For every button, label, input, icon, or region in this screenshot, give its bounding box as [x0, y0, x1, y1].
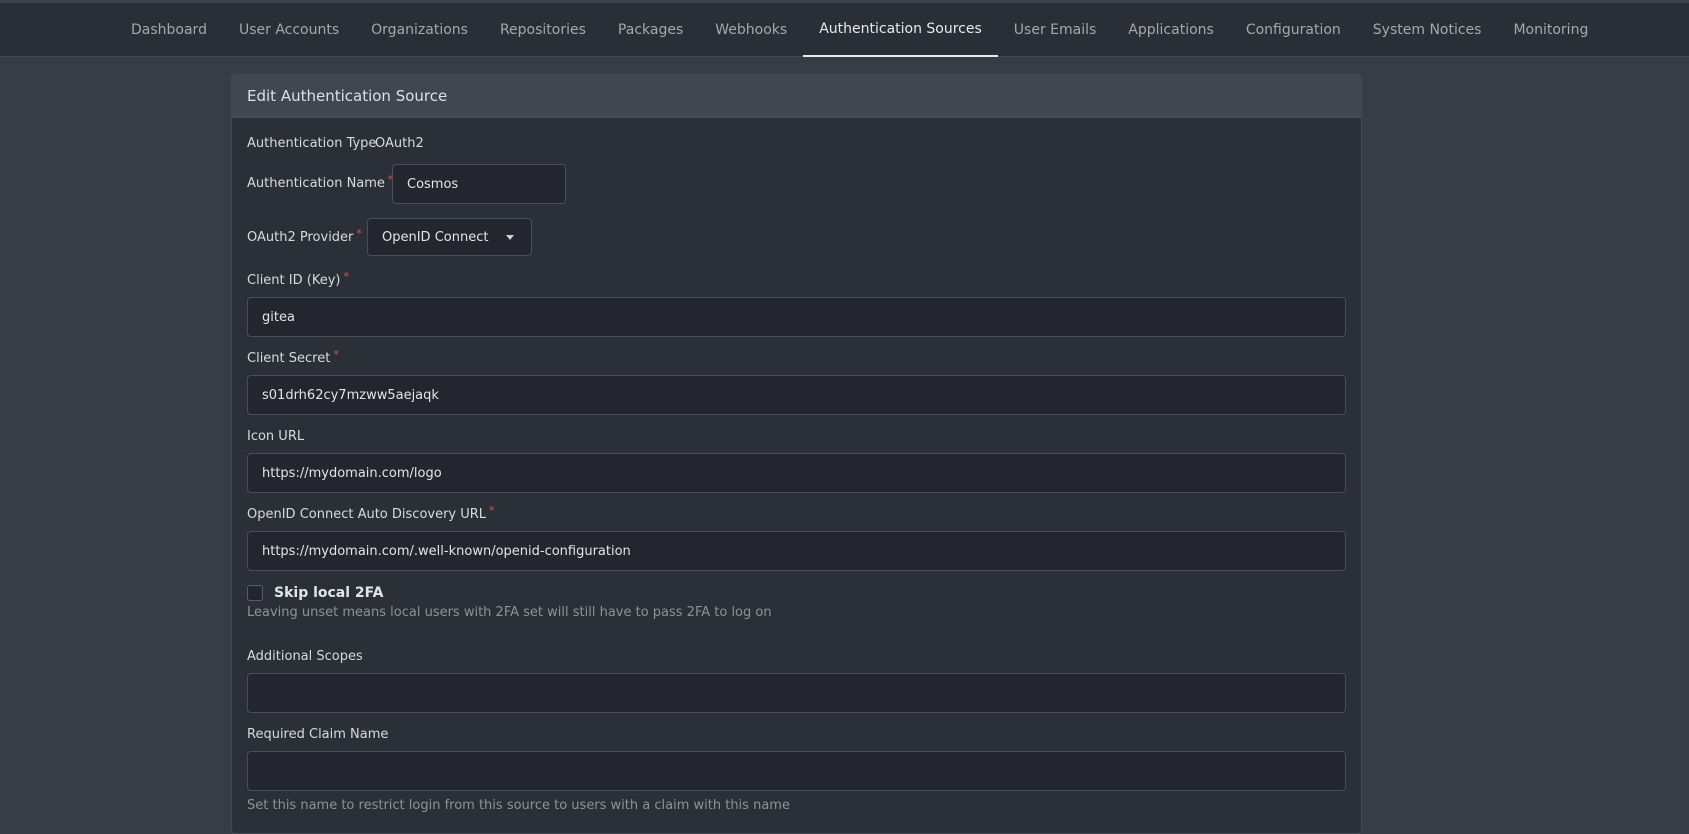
tab-user-accounts[interactable]: User Accounts [223, 3, 355, 57]
tab-repositories[interactable]: Repositories [484, 3, 602, 57]
tab-configuration[interactable]: Configuration [1230, 3, 1357, 57]
skip-2fa-checkbox[interactable] [247, 585, 263, 601]
icon-url-label: Icon URL [247, 429, 305, 444]
admin-nav-tabs: Dashboard User Accounts Organizations Re… [115, 3, 1604, 57]
required-claim-name-input[interactable] [247, 751, 1346, 791]
tab-authentication-sources[interactable]: Authentication Sources [803, 3, 998, 57]
client-secret-input[interactable]: s01drh62cy7mzww5aejaqk [247, 375, 1346, 415]
required-marker: * [333, 348, 339, 361]
required-marker: * [489, 504, 495, 517]
client-secret-label: Client Secret * [247, 348, 339, 366]
tab-webhooks[interactable]: Webhooks [699, 3, 803, 57]
oauth2-provider-label: OAuth2 Provider * [247, 227, 362, 245]
panel-title: Edit Authentication Source [232, 75, 1361, 118]
oauth2-provider-dropdown[interactable]: OpenID Connect [367, 218, 532, 256]
auth-type-value: OAuth2 [375, 136, 424, 151]
required-marker: * [343, 270, 349, 283]
auth-type-label: Authentication Type [247, 136, 377, 151]
tab-applications[interactable]: Applications [1112, 3, 1230, 57]
additional-scopes-input[interactable] [247, 673, 1346, 713]
tab-user-emails[interactable]: User Emails [998, 3, 1113, 57]
discovery-url-label: OpenID Connect Auto Discovery URL * [247, 504, 495, 522]
chevron-down-icon [506, 234, 515, 240]
additional-scopes-label: Additional Scopes [247, 649, 363, 664]
tab-system-notices[interactable]: System Notices [1357, 3, 1498, 57]
top-navigation-bar: Dashboard User Accounts Organizations Re… [0, 0, 1689, 57]
required-marker: * [356, 227, 362, 240]
client-id-input[interactable]: gitea [247, 297, 1346, 337]
required-claim-name-label: Required Claim Name [247, 727, 389, 742]
tab-organizations[interactable]: Organizations [355, 3, 484, 57]
tab-packages[interactable]: Packages [602, 3, 699, 57]
skip-2fa-help-text: Leaving unset means local users with 2FA… [247, 605, 772, 620]
client-id-label: Client ID (Key) * [247, 270, 349, 288]
auth-name-input[interactable]: Cosmos [392, 164, 566, 204]
icon-url-input[interactable]: https://mydomain.com/logo [247, 453, 1346, 493]
edit-auth-source-panel: Edit Authentication Source Authenticatio… [231, 74, 1362, 834]
skip-2fa-label[interactable]: Skip local 2FA [274, 585, 383, 601]
auth-name-label: Authentication Name * [247, 173, 394, 191]
tab-dashboard[interactable]: Dashboard [115, 3, 223, 57]
discovery-url-input[interactable]: https://mydomain.com/.well-known/openid-… [247, 531, 1346, 571]
required-claim-name-help-text: Set this name to restrict login from thi… [247, 798, 790, 813]
oauth2-provider-value: OpenID Connect [382, 229, 489, 245]
tab-monitoring[interactable]: Monitoring [1497, 3, 1604, 57]
